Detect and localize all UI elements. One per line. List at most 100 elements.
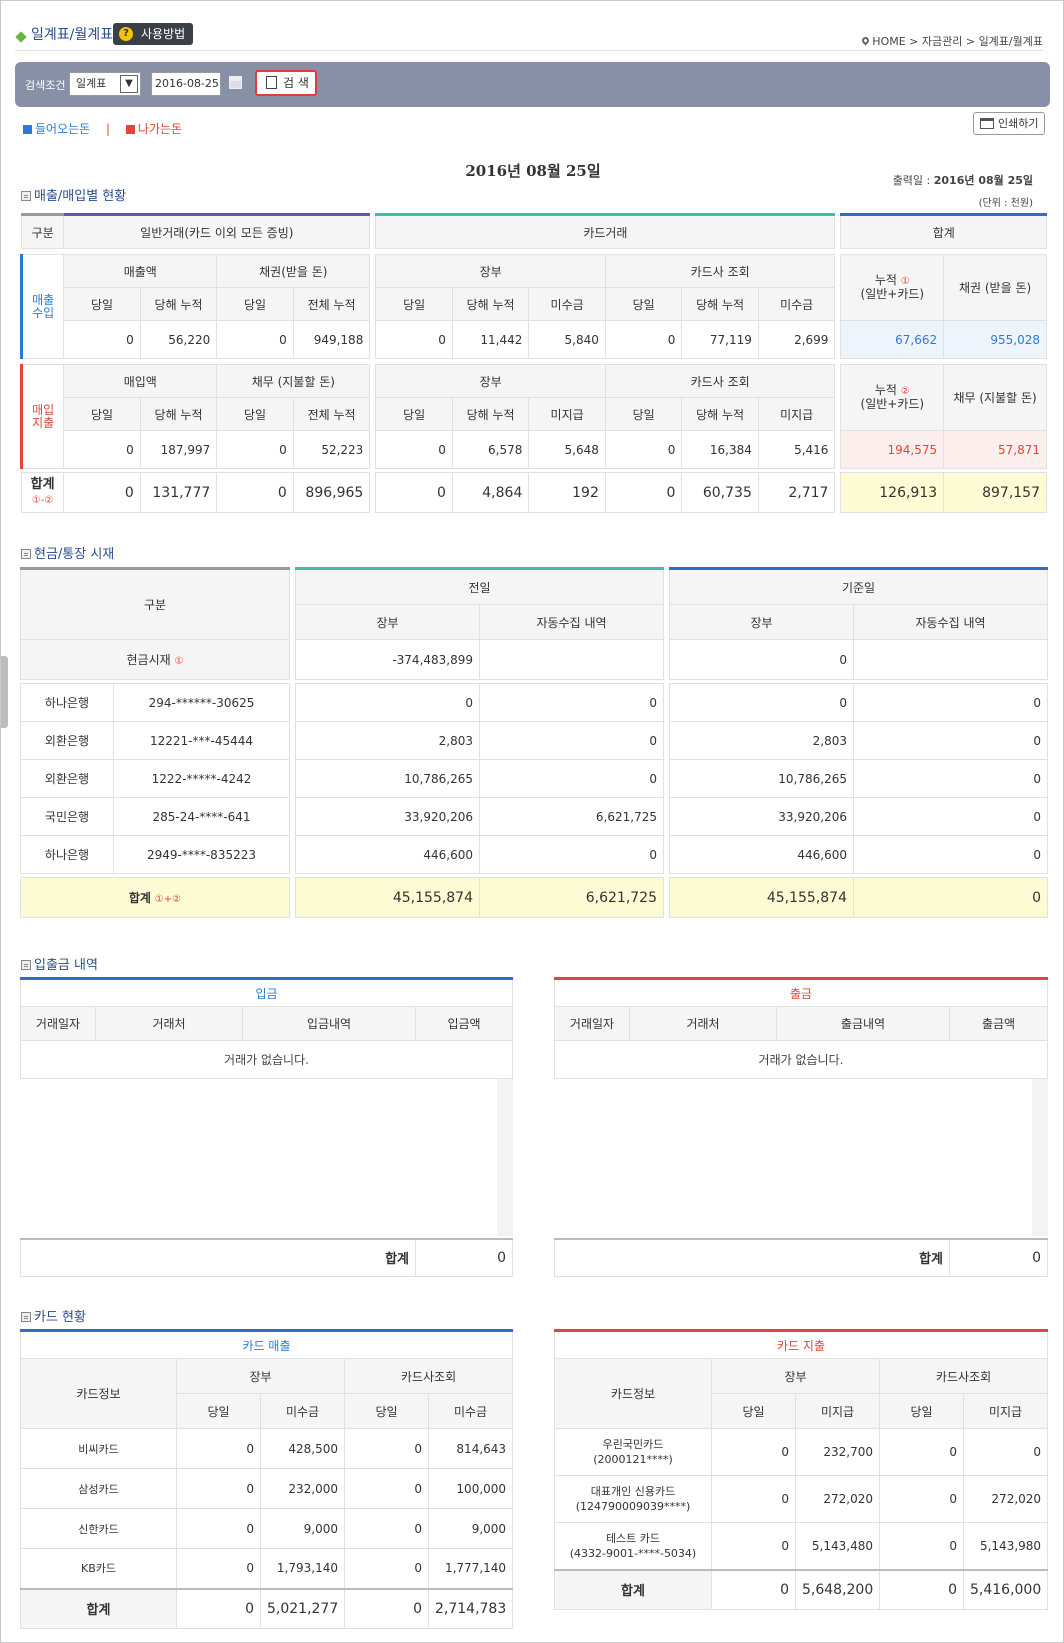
card-expense-title: 카드 지출 [553, 1329, 1049, 1359]
bank-row: 외환은행 12221-***-45444 2,803 0 2,803 0 [20, 721, 1048, 760]
h-gubun: 구분 [20, 213, 65, 249]
purchase-total-cum: 194,575 [840, 430, 945, 469]
h-purchase-amount: 매입액 [63, 364, 218, 398]
cash-label: 현금시재 ① [20, 639, 290, 680]
withdraw-sum-label: 합계 [554, 1237, 950, 1277]
section-icon [21, 191, 31, 201]
deposit-empty: 거래가 없습니다. [19, 1040, 514, 1079]
breadcrumb: HOME > 자금관리 > 일계표/월계표 [860, 33, 1043, 49]
chevron-down-icon[interactable]: ▼ [120, 75, 138, 93]
print-label: 인쇄하기 [998, 117, 1039, 130]
legend-in: 들어오는돈 [35, 122, 91, 136]
section-title-cash: 현금/통장 시재 [21, 543, 114, 562]
output-label: 출력일 : [892, 174, 931, 187]
usage-label: 사용방법 [141, 27, 186, 41]
usage-button[interactable]: ? 사용방법 [113, 23, 194, 45]
unit-label: (단위 : 천원) [978, 198, 1033, 209]
card-row: 우린국민카드 (2000121****) 0 232,700 0 0 [554, 1428, 1049, 1476]
h-sales-cardco: 카드사 조회 [604, 254, 836, 288]
withdraw-empty: 거래가 없습니다. [553, 1040, 1049, 1079]
card-sales-table: 카드 매출 카드정보 장부 카드사조회 당일 미수금 당일 미수금 비씨카드 0 428,50… [19, 1329, 514, 1629]
out-swatch-icon [125, 125, 135, 134]
cash-bank-table: 구분 전일 기준일 장부 자동수집 내역 장부 자동수집 내역 현금시재 ① -37… [20, 567, 1048, 918]
section-title-card: 카드 현황 [21, 1306, 86, 1325]
withdraw-title: 출금 [553, 977, 1049, 1007]
page-title: 일계표/월계표 [31, 27, 113, 43]
h-purchase-ledger: 장부 [375, 364, 606, 398]
title-bar: 일계표/월계표 ? 사용방법 HOME > 자금관리 > 일계표/월계표 [15, 21, 1043, 51]
search-label: 검색조건 : [25, 79, 73, 92]
h-sales-ledger: 장부 [375, 254, 606, 288]
search-button[interactable]: 검 색 [255, 70, 317, 96]
purchase-total-pay: 57,871 [943, 430, 1047, 469]
deposit-title: 입금 [19, 977, 514, 1007]
date-input[interactable]: 2016-08-25 [151, 72, 221, 96]
h-sales-cum: 누적 ① (일반+카드) [840, 254, 945, 321]
card-row: 테스트 카드 (4332-9001-****-5034) 0 5,143,480 0 5,… [554, 1522, 1049, 1570]
section-icon [21, 1312, 31, 1322]
cash-sum-row: 합계 ①+② 45,155,874 6,621,725 45,155,874 0 [20, 877, 1048, 918]
bank-row: 외환은행 1222-*****-4242 10,786,265 0 10,786,265… [20, 759, 1048, 798]
output-date-value: 2016년 08월 25일 [933, 174, 1033, 187]
search-bar: 검색조건 : 일계표 ▼ 2016-08-25 검 색 [15, 62, 1050, 107]
h-purchase-pay2: 채무 (지불할 돈) [943, 364, 1047, 431]
help-icon: ? [119, 27, 133, 41]
breadcrumb-text: HOME > 자금관리 > 일계표/월계표 [872, 35, 1043, 48]
title-bullet-icon [15, 31, 27, 43]
legend: 들어오는돈 | 나가는돈 [23, 120, 182, 137]
bank-row: 하나은행 2949-****-835223 446,600 0 446,600 0 [20, 835, 1048, 874]
legend-out: 나가는돈 [137, 122, 183, 136]
section-icon [21, 549, 31, 559]
withdraw-scrollbar[interactable] [1031, 1078, 1048, 1236]
h-purchase-pay: 채무 (지불할 돈) [216, 364, 371, 398]
h-sales-recv2: 채권 (받을 돈) [943, 254, 1047, 321]
withdraw-sum: 0 [948, 1237, 1049, 1277]
printer-icon [980, 118, 994, 129]
card-row: 삼성카드 0 232,000 0 100,000 [20, 1468, 514, 1509]
section-title-text: 매출/매입별 현황 [34, 189, 127, 204]
cash-h-gubun: 구분 [20, 567, 290, 640]
h-general: 일반거래(카드 이외 모든 증빙) [63, 213, 371, 249]
cash-h-prev: 전일 [295, 567, 664, 605]
h-purchase-cardco: 카드사 조회 [604, 364, 836, 398]
section-icon [21, 960, 31, 970]
sales-total-recv: 955,028 [943, 320, 1047, 359]
card-row: KB카드 0 1,793,140 0 1,777,140 [20, 1548, 514, 1589]
period-select-value: 일계표 [76, 77, 107, 90]
print-button[interactable]: 인쇄하기 [973, 112, 1045, 135]
search-button-label: 검 색 [283, 76, 309, 90]
purchase-row-label: 매입 지출 [19, 364, 65, 469]
legend-sep: | [106, 122, 111, 136]
deposit-scrollbar[interactable] [496, 1078, 513, 1236]
sales-purchase-table: 구분 일반거래(카드 이외 모든 증빙) 카드거래 합계 매출 수입 매출액 채권… [19, 213, 1047, 513]
location-pin-icon [860, 35, 871, 46]
bank-row: 하나은행 294-******-30625 0 0 0 0 [20, 683, 1048, 722]
card-expense-sum-row: 합계 0 5,648,200 0 5,416,000 [554, 1568, 1049, 1610]
purchase-value-row: 0 187,997 0 52,223 0 6,578 5,648 0 16,384 5,416 … [22, 430, 1047, 469]
withdraw-table: 출금 거래일자 거래처 출금내역 출금액 거래가 없습니다. 합계 0 [553, 977, 1049, 1277]
section-title-sales: 매출/매입별 현황 [21, 185, 126, 204]
net-sum-label: 합계 ①-② [20, 472, 65, 513]
bank-row: 국민은행 285-24-****-641 33,920,206 6,621,725 33… [20, 797, 1048, 836]
side-handle[interactable] [1, 656, 8, 728]
card-sales-title: 카드 매출 [19, 1329, 514, 1359]
cash-h-base: 기준일 [669, 567, 1048, 605]
in-swatch-icon [23, 125, 32, 134]
section-title-inout: 입출금 내역 [21, 954, 98, 973]
output-date: 출력일 : 2016년 08월 25일 [893, 172, 1033, 188]
h-sales-recv: 채권(받을 돈) [216, 254, 371, 288]
sales-row-label: 매출 수입 [19, 254, 65, 359]
sales-total-cum: 67,662 [840, 320, 945, 359]
card-row: 대표개인 신용카드 (124790009039****) 0 272,020 0 272,… [554, 1475, 1049, 1523]
period-select[interactable]: 일계표 ▼ [69, 72, 141, 96]
sales-value-row: 0 56,220 0 949,188 0 11,442 5,840 0 77,119 2,699… [22, 320, 1047, 359]
deposit-table: 입금 거래일자 거래처 입금내역 입금액 거래가 없습니다. 합계 0 [19, 977, 514, 1277]
h-total: 합계 [840, 213, 1047, 249]
net-sum-row: 합계 ①-② 0 131,777 0 896,965 0 4,864 192 0 60,735 2… [20, 472, 1047, 513]
search-icon [266, 76, 277, 89]
card-row: 신한카드 0 9,000 0 9,000 [20, 1508, 514, 1549]
card-sales-sum-row: 합계 0 5,021,277 0 2,714,783 [20, 1587, 514, 1629]
cash-row: 현금시재 ① -374,483,899 0 [20, 639, 1048, 680]
deposit-sum-label: 합계 [20, 1237, 416, 1277]
calendar-icon[interactable] [229, 76, 242, 89]
